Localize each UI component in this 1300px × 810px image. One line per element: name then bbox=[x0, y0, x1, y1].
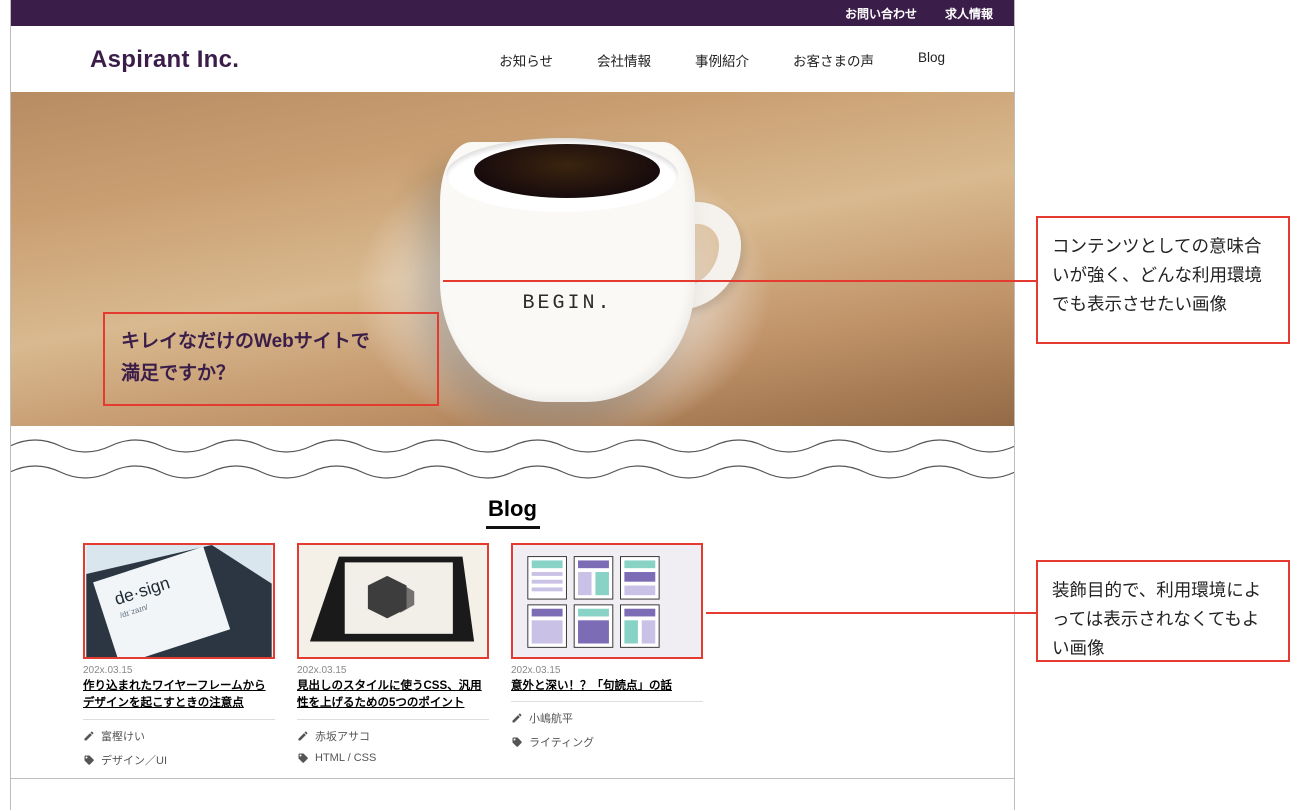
tag-icon bbox=[511, 736, 523, 748]
annotation-connector bbox=[443, 280, 1036, 282]
nav-link-voice[interactable]: お客さまの声 bbox=[793, 50, 874, 70]
wave-separator-bottom bbox=[10, 460, 1015, 484]
blog-author: 赤坂アサコ bbox=[297, 728, 489, 744]
utility-bar: お問い合わせ 求人情報 bbox=[10, 0, 1015, 26]
blog-date: 202x.03.15 bbox=[83, 665, 275, 676]
blog-card[interactable]: 202x.03.15 見出しのスタイルに使うCSS、汎用性を上げるための5つのポ… bbox=[297, 543, 489, 768]
blog-card[interactable]: 202x.03.15 意外と深い！？「句読点」の話 小嶋航平 ライティング bbox=[511, 543, 703, 768]
blog-card-list: de·sign/dɪˈzaɪn/ 202x.03.15 作り込まれたワイヤーフレ… bbox=[83, 543, 942, 768]
hero-image: BEGIN. キレイなだけのWebサイトで 満足ですか？ bbox=[10, 92, 1015, 426]
blog-thumb bbox=[511, 543, 703, 659]
annotation-box-content-image: コンテンツとしての意味合いが強く、どんな利用環境でも表示させたい画像 bbox=[1036, 216, 1290, 344]
tag-icon bbox=[83, 754, 95, 766]
annotation-connector bbox=[706, 612, 1036, 614]
brand-logo[interactable]: Aspirant Inc. bbox=[90, 46, 239, 74]
nav-link-blog[interactable]: Blog bbox=[918, 50, 945, 70]
util-link-recruit[interactable]: 求人情報 bbox=[945, 5, 993, 22]
hero-copy-line2: 満足ですか？ bbox=[121, 358, 421, 390]
blog-section: Blog de·sign/dɪˈzaɪn/ 202x.03.15 作り込まれたワ… bbox=[10, 490, 1015, 779]
nav-link-news[interactable]: お知らせ bbox=[499, 50, 553, 70]
wave-separator-top bbox=[10, 434, 1015, 458]
blog-date: 202x.03.15 bbox=[511, 665, 703, 676]
blog-title-link[interactable]: 見出しのスタイルに使うCSS、汎用性を上げるための5つのポイント bbox=[297, 678, 489, 713]
blog-tag: デザイン／UI bbox=[83, 752, 275, 768]
mug-text: BEGIN. bbox=[440, 292, 695, 315]
nav-link-company[interactable]: 会社情報 bbox=[597, 50, 651, 70]
blog-author: 小嶋航平 bbox=[511, 710, 703, 726]
blog-title-link[interactable]: 作り込まれたワイヤーフレームからデザインを起こすときの注意点 bbox=[83, 678, 275, 713]
blog-thumb: de·sign/dɪˈzaɪn/ bbox=[83, 543, 275, 659]
blog-author: 富樫けい bbox=[83, 728, 275, 744]
blog-thumb bbox=[297, 543, 489, 659]
nav-link-works[interactable]: 事例紹介 bbox=[695, 50, 749, 70]
blog-card[interactable]: de·sign/dɪˈzaɪn/ 202x.03.15 作り込まれたワイヤーフレ… bbox=[83, 543, 275, 768]
blog-tag: ライティング bbox=[511, 734, 703, 750]
blog-heading: Blog bbox=[83, 496, 942, 529]
pencil-icon bbox=[83, 730, 95, 742]
hero-copy-box: キレイなだけのWebサイトで 満足ですか？ bbox=[103, 312, 439, 406]
tag-icon bbox=[297, 752, 309, 764]
hero-copy-line1: キレイなだけのWebサイトで bbox=[121, 326, 421, 358]
blog-tag: HTML / CSS bbox=[297, 752, 489, 764]
blog-date: 202x.03.15 bbox=[297, 665, 489, 676]
site-header: Aspirant Inc. お知らせ 会社情報 事例紹介 お客さまの声 Blog bbox=[10, 26, 1015, 92]
primary-nav: お知らせ 会社情報 事例紹介 お客さまの声 Blog bbox=[499, 50, 945, 70]
util-link-contact[interactable]: お問い合わせ bbox=[845, 5, 917, 22]
mug-illustration: BEGIN. bbox=[440, 142, 695, 402]
annotation-box-decorative-image: 装飾目的で、利用環境によっては表示されなくてもよい画像 bbox=[1036, 560, 1290, 662]
pencil-icon bbox=[297, 730, 309, 742]
blog-title-link[interactable]: 意外と深い！？「句読点」の話 bbox=[511, 678, 703, 695]
pencil-icon bbox=[511, 712, 523, 724]
